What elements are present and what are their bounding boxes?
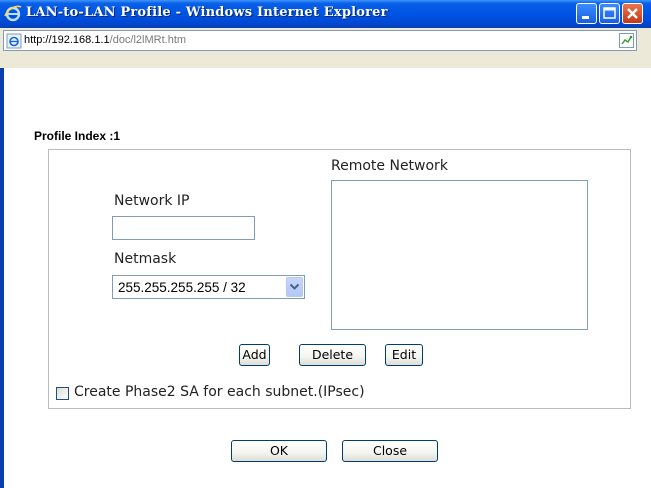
ok-button[interactable]: OK <box>231 440 327 462</box>
netmask-dropdown-button[interactable] <box>286 277 303 297</box>
address-url: http://192.168.1.1/doc/l2lMRt.htm <box>24 34 186 46</box>
url-path: /doc/l2lMRt.htm <box>109 34 187 46</box>
address-bar: http://192.168.1.1/doc/l2lMRt.htm <box>0 28 651 68</box>
netmask-selected-value: 255.255.255.255 / 32 <box>118 280 246 295</box>
ie-logo-icon <box>4 5 22 22</box>
remote-network-label: Remote Network <box>331 158 448 174</box>
window-title-bar[interactable]: LAN-to-LAN Profile - Windows Internet Ex… <box>0 0 651 28</box>
window-title: LAN-to-LAN Profile - Windows Internet Ex… <box>26 5 388 20</box>
page-content: Profile Index :1 Remote Network Network … <box>4 68 651 488</box>
minimize-icon <box>582 16 589 19</box>
remote-network-panel: Remote Network Network IP Netmask 255.25… <box>48 149 631 409</box>
chevron-down-icon <box>289 283 300 290</box>
ie-page-icon <box>6 33 22 49</box>
phase2-label: Create Phase2 SA for each subnet.(IPsec) <box>74 384 365 400</box>
network-ip-input[interactable] <box>112 216 255 240</box>
address-field[interactable]: http://192.168.1.1/doc/l2lMRt.htm <box>3 30 637 51</box>
remote-network-list[interactable] <box>331 180 588 330</box>
close-window-button[interactable] <box>622 3 643 24</box>
close-icon <box>627 8 638 19</box>
delete-button[interactable]: Delete <box>299 344 366 366</box>
url-host: http://192.168.1.1 <box>24 34 110 46</box>
netmask-label: Netmask <box>114 251 177 267</box>
minimize-button[interactable] <box>576 3 597 24</box>
profile-index-label: Profile Index :1 <box>34 129 121 143</box>
edit-button[interactable]: Edit <box>385 344 423 366</box>
close-button[interactable]: Close <box>342 440 438 462</box>
maximize-icon <box>603 7 616 19</box>
network-ip-label: Network IP <box>114 193 190 209</box>
page-status-icon[interactable] <box>618 32 635 49</box>
phase2-checkbox[interactable] <box>56 387 69 400</box>
netmask-select[interactable]: 255.255.255.255 / 32 <box>112 275 305 299</box>
add-button[interactable]: Add <box>239 344 270 366</box>
maximize-button[interactable] <box>599 3 620 24</box>
